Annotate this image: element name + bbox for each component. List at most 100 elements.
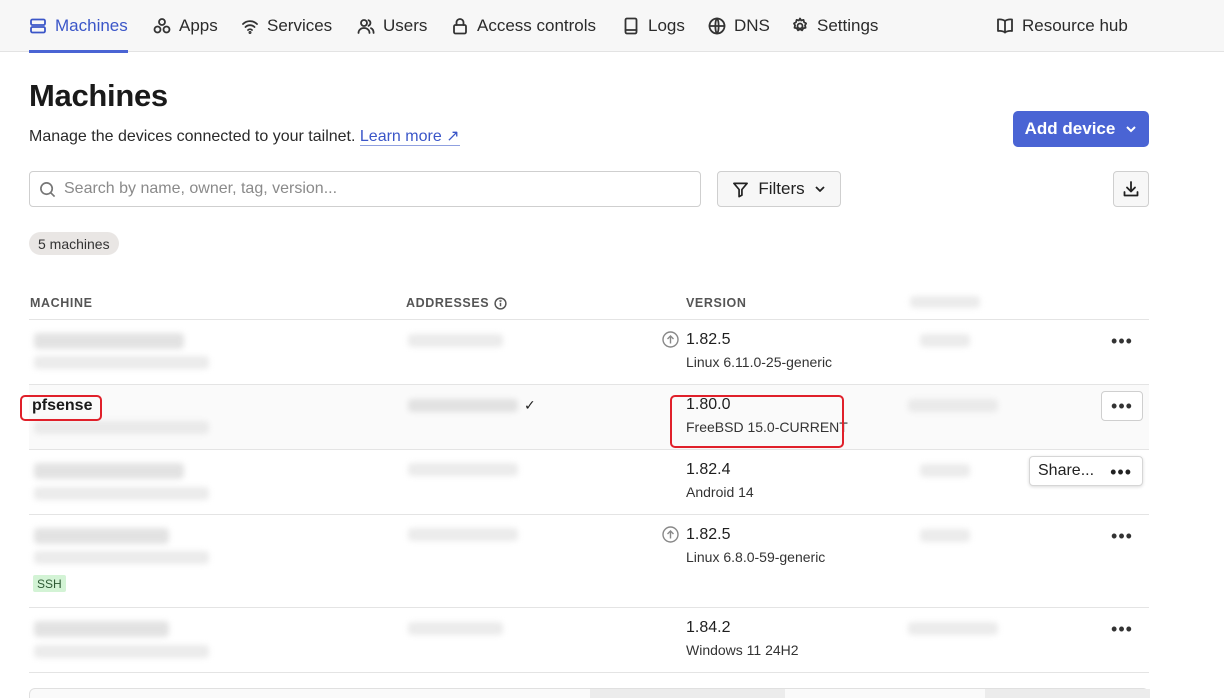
redacted-column-header	[910, 296, 980, 308]
redacted-address	[408, 334, 503, 347]
learn-more-link[interactable]: Learn more ↗	[359, 128, 460, 146]
share-label: Share...	[1038, 462, 1095, 479]
nav-label: Services	[267, 16, 333, 35]
redacted-owner	[34, 645, 209, 658]
redacted-address	[408, 622, 503, 635]
nav-label: Access controls	[477, 16, 597, 35]
divider	[29, 672, 1149, 673]
redacted-last-seen	[920, 529, 970, 542]
machines-icon	[30, 18, 46, 34]
redacted-address	[408, 528, 518, 541]
os-version: Linux 6.8.0-59-generic	[686, 549, 826, 565]
column-label: VERSION	[686, 296, 747, 310]
nav-services[interactable]: Services	[241, 0, 332, 52]
redacted-owner	[34, 487, 209, 500]
nav-label: Users	[383, 16, 428, 35]
description-text: Manage the devices connected to your tai…	[29, 128, 356, 145]
redacted-machine-name	[34, 621, 169, 637]
filters-button[interactable]: Filters	[717, 171, 841, 207]
bottom-panel	[29, 688, 1150, 698]
nav-resource-hub[interactable]: Resource hub	[996, 0, 1128, 52]
nav-label: Resource hub	[1022, 16, 1128, 35]
share-button[interactable]: Share... •••	[1029, 456, 1143, 486]
nav-dns[interactable]: DNS	[708, 0, 770, 52]
version-number: 1.80.0	[686, 396, 731, 413]
os-version: FreeBSD 15.0-CURRENT	[686, 419, 848, 435]
nav-label: DNS	[734, 16, 770, 35]
lock-icon	[453, 18, 467, 35]
row-menu-button[interactable]: •••	[1106, 616, 1138, 642]
redacted-address	[408, 399, 518, 412]
os-version: Android 14	[686, 484, 754, 500]
search-box[interactable]	[29, 171, 701, 207]
add-device-label: Add device	[1024, 119, 1116, 138]
redacted-last-seen	[920, 334, 970, 347]
machine-count-badge: 5 machines	[29, 232, 119, 255]
top-navigation: Machines Apps Services Users Access cont…	[0, 0, 1224, 53]
redacted-machine-name	[34, 463, 184, 479]
column-header-machine[interactable]: MACHINE	[30, 296, 93, 310]
filters-label: Filters	[758, 179, 805, 198]
column-header-version[interactable]: VERSION	[686, 296, 746, 310]
redacted-last-seen	[908, 622, 998, 635]
nav-label: Apps	[179, 16, 218, 35]
version-number: 1.82.4	[686, 461, 731, 478]
nav-logs[interactable]: Logs	[622, 0, 685, 52]
redacted-owner	[34, 356, 209, 369]
version-number: 1.84.2	[686, 619, 731, 636]
search-icon	[40, 181, 56, 197]
column-header-addresses[interactable]: ADDRESSES	[406, 296, 507, 310]
nav-apps[interactable]: Apps	[153, 0, 218, 52]
globe-icon	[708, 17, 726, 35]
nav-label: Logs	[648, 16, 685, 35]
filter-icon	[733, 182, 749, 197]
book-icon	[997, 18, 1013, 34]
search-input[interactable]	[64, 180, 664, 198]
redacted-owner	[34, 551, 209, 564]
table-row[interactable]	[29, 608, 1149, 672]
nav-users[interactable]: Users	[357, 0, 427, 52]
panel-segment	[985, 689, 1150, 698]
os-version: Windows 11 24H2	[686, 642, 799, 658]
version-number: 1.82.5	[686, 526, 731, 543]
chevron-down-icon	[815, 186, 825, 192]
row-menu-button[interactable]: •••	[1106, 328, 1138, 354]
machine-name[interactable]: pfsense	[32, 397, 92, 415]
redacted-machine-name	[34, 528, 169, 544]
gear-icon	[793, 17, 807, 32]
redacted-address	[408, 463, 518, 476]
redacted-last-seen	[920, 464, 970, 477]
panel-segment	[590, 689, 785, 698]
nav-settings[interactable]: Settings	[791, 0, 878, 52]
row-menu-button[interactable]: •••	[1101, 391, 1143, 421]
table-row[interactable]	[29, 320, 1149, 384]
version-number: 1.82.5	[686, 331, 731, 348]
check-icon: ✓	[524, 397, 536, 413]
page-description: Manage the devices connected to your tai…	[29, 126, 460, 146]
redacted-machine-name	[34, 333, 184, 349]
row-menu-button[interactable]: •••	[1106, 523, 1138, 549]
info-icon[interactable]	[494, 296, 507, 310]
redacted-owner	[34, 421, 209, 434]
active-tab-indicator	[29, 50, 128, 53]
nav-label: Machines	[55, 16, 128, 35]
os-version: Linux 6.11.0-25-generic	[686, 354, 833, 370]
column-label: MACHINE	[30, 296, 93, 310]
table-row[interactable]	[29, 385, 1149, 449]
export-button[interactable]	[1113, 171, 1149, 207]
update-available-icon	[662, 526, 679, 543]
redacted-last-seen	[908, 399, 998, 412]
row-menu-button[interactable]: •••	[1110, 462, 1132, 483]
users-icon	[357, 19, 375, 34]
add-device-button[interactable]: Add device	[1013, 111, 1149, 147]
table-row[interactable]	[29, 450, 1149, 514]
nav-machines[interactable]: Machines	[29, 0, 128, 52]
download-icon	[1123, 181, 1139, 197]
apps-icon	[153, 18, 171, 34]
page-title: Machines	[29, 78, 168, 113]
nav-access-controls[interactable]: Access controls	[451, 0, 596, 52]
chevron-down-icon	[1126, 126, 1137, 133]
wifi-icon	[242, 20, 258, 34]
column-label: ADDRESSES	[406, 296, 490, 310]
ssh-tag: SSH	[33, 575, 66, 592]
